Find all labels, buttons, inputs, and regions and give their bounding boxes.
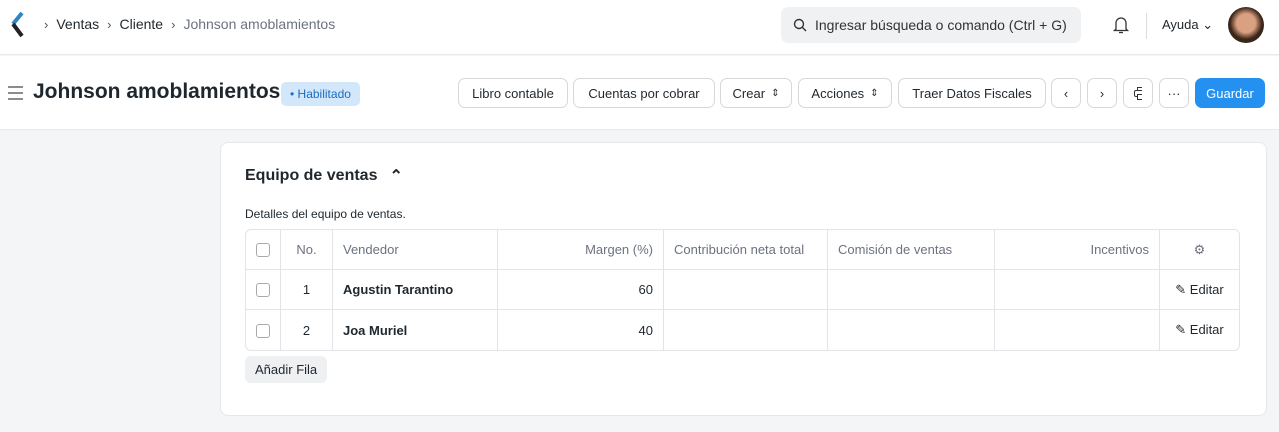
app-logo[interactable] <box>10 12 26 38</box>
table-row[interactable]: 2 Joa Muriel 40 ✎ Editar <box>246 310 1239 350</box>
row-commission[interactable] <box>828 270 995 310</box>
row-no: 1 <box>281 270 333 310</box>
select-all-checkbox[interactable] <box>256 243 270 258</box>
table-header: No. Vendedor Margen (%) Contribución net… <box>246 230 1239 270</box>
row-no: 2 <box>281 310 333 350</box>
col-commission: Comisión de ventas <box>828 230 995 270</box>
col-margin: Margen (%) <box>498 230 664 270</box>
create-button[interactable]: Crear ⇕ <box>720 78 792 108</box>
col-seller: Vendedor <box>333 230 498 270</box>
fiscal-data-button[interactable]: Traer Datos Fiscales <box>898 78 1046 108</box>
breadcrumb-ventas[interactable]: Ventas <box>56 16 99 32</box>
pencil-icon: ✎ <box>1175 322 1187 337</box>
printer-icon <box>1134 86 1142 100</box>
edit-button[interactable]: ✎ Editar <box>1160 270 1239 310</box>
pencil-icon: ✎ <box>1175 281 1187 297</box>
add-row-button[interactable]: Añadir Fila <box>245 356 328 383</box>
sort-icon: ⇕ <box>771 87 780 99</box>
edit-label: Editar <box>1189 281 1224 297</box>
row-margin[interactable]: 60 <box>498 270 664 310</box>
chevron-down-icon: ⌄ <box>1202 17 1214 32</box>
divider <box>1146 13 1147 39</box>
page-title: Johnson amoblamientos <box>33 80 281 103</box>
row-incentives[interactable] <box>995 310 1160 350</box>
sales-team-card: Equipo de ventas ⌃ Detalles del equipo de… <box>220 142 1267 416</box>
avatar[interactable] <box>1228 7 1264 43</box>
navbar: › Ventas › Cliente › Johnson amoblamientos … <box>0 0 1279 55</box>
gear-icon[interactable]: ⚙ <box>1194 242 1206 257</box>
section-description: Detalles del equipo de ventas. <box>245 207 406 221</box>
more-button[interactable]: ··· <box>1159 78 1189 108</box>
section-header[interactable]: Equipo de ventas ⌃ <box>245 166 403 186</box>
search-icon <box>793 18 807 32</box>
row-contribution[interactable] <box>664 310 828 350</box>
table-row[interactable]: 1 Agustin Tarantino 60 ✎ Editar <box>246 270 1239 310</box>
row-seller[interactable]: Agustin Tarantino <box>333 270 498 310</box>
section-title: Equipo de ventas <box>245 167 378 184</box>
row-commission[interactable] <box>828 310 995 350</box>
row-contribution[interactable] <box>664 270 828 310</box>
chevron-left-icon: ‹ <box>1063 85 1069 101</box>
actions-button[interactable]: Acciones ⇕ <box>798 78 892 108</box>
breadcrumb-cliente[interactable]: Cliente <box>120 16 164 32</box>
col-incentives: Incentivos <box>995 230 1160 270</box>
create-label: Crear <box>732 85 766 101</box>
next-button[interactable]: › <box>1087 78 1117 108</box>
breadcrumb-current[interactable]: Johnson amoblamientos <box>183 16 335 32</box>
help-label: Ayuda <box>1162 17 1199 32</box>
edit-label: Editar <box>1189 322 1224 337</box>
ledger-button[interactable]: Libro contable <box>458 78 568 108</box>
breadcrumb: › Ventas › Cliente › Johnson amoblamientos <box>44 16 336 32</box>
previous-button[interactable]: ‹ <box>1051 78 1081 108</box>
save-button[interactable]: Guardar <box>1195 78 1265 108</box>
actions-label: Acciones <box>811 85 865 101</box>
menu-icon[interactable] <box>8 86 24 100</box>
bell-icon[interactable] <box>1112 15 1130 35</box>
chevron-right-icon: › <box>1099 85 1105 101</box>
status-text: Habilitado <box>297 87 351 101</box>
row-margin[interactable]: 40 <box>498 310 664 350</box>
edit-button[interactable]: ✎ Editar <box>1160 310 1239 350</box>
chevron-up-icon: ⌃ <box>389 168 403 185</box>
help-dropdown[interactable]: Ayuda ⌄ <box>1162 17 1213 33</box>
print-button[interactable] <box>1123 78 1153 108</box>
search-input[interactable]: Ingresar búsqueda o comando (Ctrl + G) <box>781 7 1081 43</box>
row-incentives[interactable] <box>995 270 1160 310</box>
search-placeholder: Ingresar búsqueda o comando (Ctrl + G) <box>815 17 1067 33</box>
col-no: No. <box>281 230 333 270</box>
status-badge: • Habilitado <box>281 82 360 106</box>
row-checkbox[interactable] <box>256 323 270 338</box>
row-checkbox[interactable] <box>256 283 270 298</box>
row-seller[interactable]: Joa Muriel <box>333 310 498 350</box>
sales-team-table: No. Vendedor Margen (%) Contribución net… <box>245 229 1240 351</box>
receivable-button[interactable]: Cuentas por cobrar <box>573 78 715 108</box>
sort-icon: ⇕ <box>870 87 879 99</box>
page-header: Johnson amoblamientos • Habilitado Libro… <box>0 56 1279 130</box>
col-contribution: Contribución neta total <box>664 230 828 270</box>
